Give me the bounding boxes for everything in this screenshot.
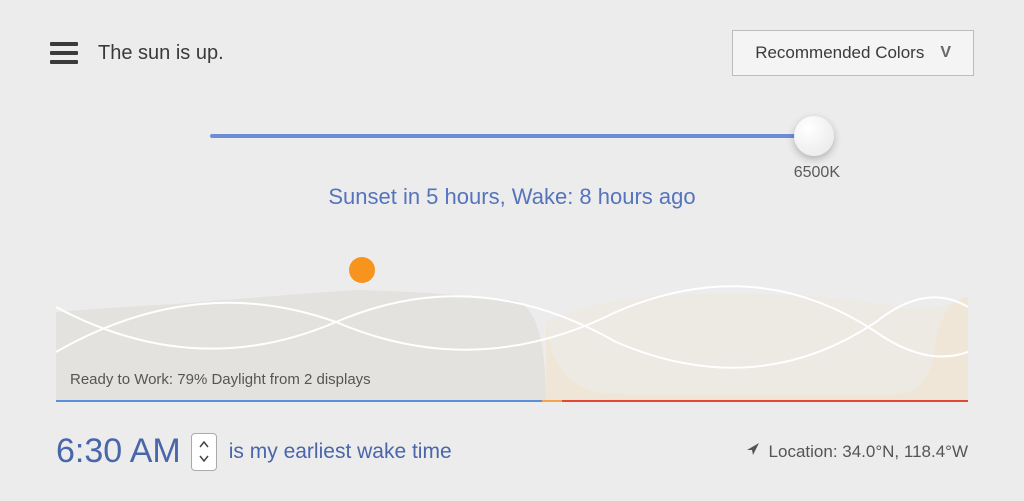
chevron-down-icon bbox=[199, 455, 209, 462]
location-text: Location: 34.0°N, 118.4°W bbox=[769, 442, 968, 462]
wake-time-stepper[interactable] bbox=[191, 433, 217, 471]
chevron-up-icon bbox=[199, 441, 209, 448]
sun-status-text: The sun is up. bbox=[98, 42, 224, 65]
wake-time-label: is my earliest wake time bbox=[229, 440, 452, 464]
menu-icon[interactable] bbox=[50, 42, 78, 64]
daylight-chart: Ready to Work: 79% Daylight from 2 displ… bbox=[56, 252, 968, 402]
recommended-colors-label: Recommended Colors bbox=[755, 43, 924, 63]
chart-status-label: Ready to Work: 79% Daylight from 2 displ… bbox=[70, 371, 371, 388]
chevron-down-icon: V bbox=[940, 44, 951, 62]
slider-track bbox=[210, 134, 814, 138]
slider-value-label: 6500K bbox=[794, 164, 840, 182]
location-display[interactable]: Location: 34.0°N, 118.4°W bbox=[745, 441, 968, 462]
slider-thumb[interactable] bbox=[794, 116, 834, 156]
location-arrow-icon bbox=[745, 441, 761, 462]
sunset-wake-summary: Sunset in 5 hours, Wake: 8 hours ago bbox=[0, 184, 1024, 210]
color-temp-slider[interactable]: 6500K bbox=[210, 116, 814, 156]
wake-time-value: 6:30 AM bbox=[56, 432, 181, 471]
sun-marker-icon bbox=[349, 257, 375, 283]
recommended-colors-dropdown[interactable]: Recommended Colors V bbox=[732, 30, 974, 76]
